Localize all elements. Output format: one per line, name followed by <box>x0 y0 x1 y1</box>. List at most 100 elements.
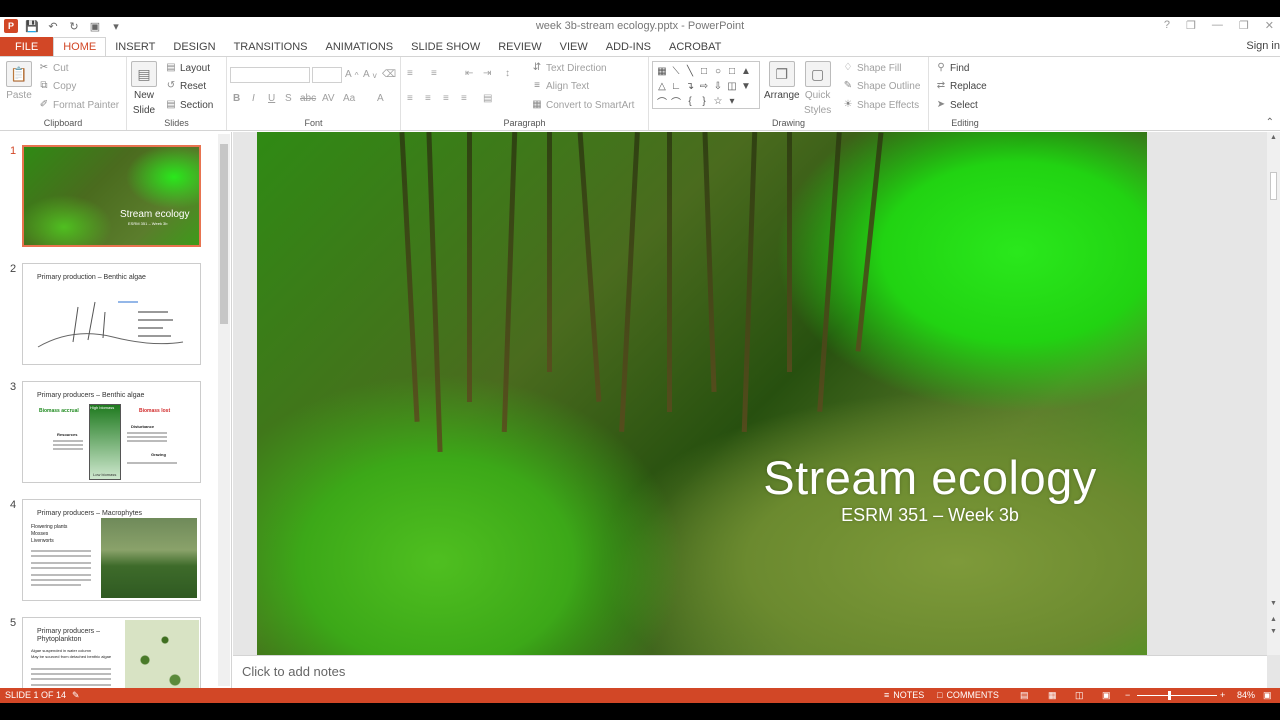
tab-insert[interactable]: INSERT <box>106 37 164 57</box>
slideshow-view-icon[interactable]: ▣ <box>1102 690 1111 701</box>
align-right-icon[interactable]: ≡ <box>443 93 449 104</box>
tab-acrobat[interactable]: ACROBAT <box>660 37 730 57</box>
arc-shape-icon[interactable]: ⌒ <box>669 94 683 109</box>
sign-in-link[interactable]: Sign in <box>1246 40 1280 52</box>
normal-view-icon[interactable]: ▤ <box>1020 690 1029 701</box>
section-button[interactable]: ▤ Section <box>165 99 213 111</box>
reading-view-icon[interactable]: ◫ <box>1075 690 1084 701</box>
slide-sorter-view-icon[interactable]: ▦ <box>1048 690 1057 701</box>
bullets-icon[interactable]: ≡ <box>407 68 413 79</box>
underline-icon[interactable]: U <box>268 93 275 104</box>
scrollbar-thumb[interactable] <box>220 144 228 324</box>
quick-styles-button[interactable]: ▢ Quick Styles <box>804 61 831 117</box>
arrow-down-shape-icon[interactable]: ⇩ <box>711 79 725 94</box>
text-box-shape-icon[interactable]: ▦ <box>655 64 669 79</box>
line-shape-icon[interactable]: ╲ <box>683 64 697 79</box>
align-left-icon[interactable]: ≡ <box>407 93 413 104</box>
brace-shape-icon[interactable]: } <box>697 94 711 109</box>
previous-slide-icon[interactable]: ▲ <box>1267 616 1280 623</box>
zoom-slider-thumb[interactable] <box>1168 691 1171 700</box>
convert-smartart-button[interactable]: ▦ Convert to SmartArt <box>531 99 634 111</box>
zoom-out-icon[interactable]: − <box>1125 690 1130 700</box>
close-icon[interactable]: ✕ <box>1265 19 1274 32</box>
oval-shape-icon[interactable]: ○ <box>711 64 725 79</box>
notes-pane[interactable]: Click to add notes <box>233 655 1267 688</box>
thumbnail-frame[interactable]: Primary producers – Benthic algae Biomas… <box>22 381 201 483</box>
notes-toggle[interactable]: ≡ NOTES <box>884 690 924 700</box>
layout-button[interactable]: ▤ Layout <box>165 62 210 74</box>
shapes-gallery[interactable]: ▦ ⟍ ╲ □ ○ □ ▲ △ ∟ ↴ ⇨ ⇩ ◫ ▼ ⌒ ⌒ { } ☆ ▾ <box>652 61 760 109</box>
collapse-ribbon-icon[interactable]: ⌃ <box>1266 117 1274 128</box>
reset-button[interactable]: ↺ Reset <box>165 80 206 92</box>
scroll-down-icon[interactable]: ▼ <box>739 79 753 94</box>
grow-font-icon[interactable]: A ^ <box>345 69 359 80</box>
paste-button[interactable]: 📋 Paste <box>6 61 32 101</box>
zoom-slider-track[interactable] <box>1137 695 1217 696</box>
notes-placeholder[interactable]: Click to add notes <box>242 664 345 679</box>
thumbnail-frame[interactable]: Primary production – Benthic algae <box>22 263 201 365</box>
font-color-icon[interactable]: A <box>377 93 384 104</box>
spell-check-icon[interactable]: ✎ <box>72 690 80 701</box>
character-spacing-icon[interactable]: AV <box>322 93 335 104</box>
align-text-button[interactable]: ≡ Align Text <box>531 80 589 92</box>
shadow-icon[interactable]: S <box>285 93 292 104</box>
shape-fill-button[interactable]: ♢ Shape Fill <box>842 62 902 74</box>
curve-shape-icon[interactable]: ⌒ <box>655 94 669 109</box>
rectangle-shape-icon[interactable]: □ <box>725 64 739 79</box>
columns-icon[interactable]: ▤ <box>483 93 492 104</box>
tab-view[interactable]: VIEW <box>551 37 597 57</box>
strikethrough-icon[interactable]: abc <box>300 93 316 104</box>
elbow-connector-icon[interactable]: ∟ <box>669 79 683 94</box>
find-button[interactable]: ⚲ Find <box>935 62 969 74</box>
text-direction-button[interactable]: ⇵ Text Direction <box>531 62 607 74</box>
thumbnail-frame[interactable]: Stream ecology ESRM 351 – Week 3b <box>22 145 201 247</box>
new-slide-button[interactable]: ▤ New Slide <box>131 61 157 117</box>
more-shapes-icon[interactable]: ▾ <box>725 94 739 109</box>
tab-review[interactable]: REVIEW <box>489 37 550 57</box>
brace-shape-icon[interactable]: { <box>683 94 697 109</box>
arrow-right-shape-icon[interactable]: ⇨ <box>697 79 711 94</box>
cut-button[interactable]: ✂ Cut <box>38 62 69 74</box>
tab-file[interactable]: FILE <box>0 37 54 57</box>
rectangle-shape-icon[interactable]: □ <box>697 64 711 79</box>
tab-slide-show[interactable]: SLIDE SHOW <box>402 37 489 57</box>
current-slide[interactable]: Stream ecology ESRM 351 – Week 3b <box>257 132 1147 655</box>
shrink-font-icon[interactable]: Av <box>363 69 377 80</box>
scroll-up-icon[interactable]: ▲ <box>739 64 753 79</box>
shape-outline-button[interactable]: ✎ Shape Outline <box>842 80 921 92</box>
next-slide-icon[interactable]: ▼ <box>1267 628 1280 635</box>
tab-animations[interactable]: ANIMATIONS <box>317 37 403 57</box>
restore-icon[interactable]: ❐ <box>1239 19 1249 32</box>
scroll-up-arrow-icon[interactable]: ▲ <box>1267 134 1280 141</box>
tab-add-ins[interactable]: ADD-INS <box>597 37 660 57</box>
slide-title[interactable]: Stream ecology <box>755 450 1105 505</box>
minimize-icon[interactable]: — <box>1212 19 1223 32</box>
zoom-in-icon[interactable]: + <box>1220 690 1225 700</box>
comments-toggle[interactable]: □ COMMENTS <box>937 690 999 700</box>
slide-vertical-scrollbar[interactable]: ▲ ▼ ▲ ▼ <box>1267 132 1280 655</box>
italic-icon[interactable]: I <box>252 93 255 104</box>
tab-design[interactable]: DESIGN <box>164 37 224 57</box>
connector-icon[interactable]: ↴ <box>683 79 697 94</box>
replace-button[interactable]: ⇄ Replace <box>935 80 987 92</box>
tab-transitions[interactable]: TRANSITIONS <box>225 37 317 57</box>
ribbon-display-options-icon[interactable]: ❐ <box>1186 19 1196 32</box>
select-button[interactable]: ➤ Select <box>935 99 978 111</box>
align-center-icon[interactable]: ≡ <box>425 93 431 104</box>
thumbnail-pane-scrollbar[interactable] <box>218 134 230 686</box>
help-icon[interactable]: ? <box>1164 19 1170 32</box>
numbering-icon[interactable]: ≡ <box>431 68 437 79</box>
thumbnail-frame[interactable]: Primary producers – Macrophytes Flowerin… <box>22 499 201 601</box>
change-case-icon[interactable]: Aa <box>343 93 355 104</box>
slide-subtitle[interactable]: ESRM 351 – Week 3b <box>755 505 1105 526</box>
bold-icon[interactable]: B <box>233 93 240 104</box>
tab-home[interactable]: HOME <box>53 37 107 57</box>
star-shape-icon[interactable]: ☆ <box>711 94 725 109</box>
scroll-down-arrow-icon[interactable]: ▼ <box>1267 600 1280 607</box>
zoom-level[interactable]: 84% <box>1237 690 1255 700</box>
callout-shape-icon[interactable]: ◫ <box>725 79 739 94</box>
line-spacing-icon[interactable]: ↕ <box>505 68 510 79</box>
scrollbar-thumb[interactable] <box>1270 172 1277 200</box>
fit-slide-icon[interactable]: ▣ <box>1263 690 1272 701</box>
font-family-select[interactable] <box>230 67 310 83</box>
